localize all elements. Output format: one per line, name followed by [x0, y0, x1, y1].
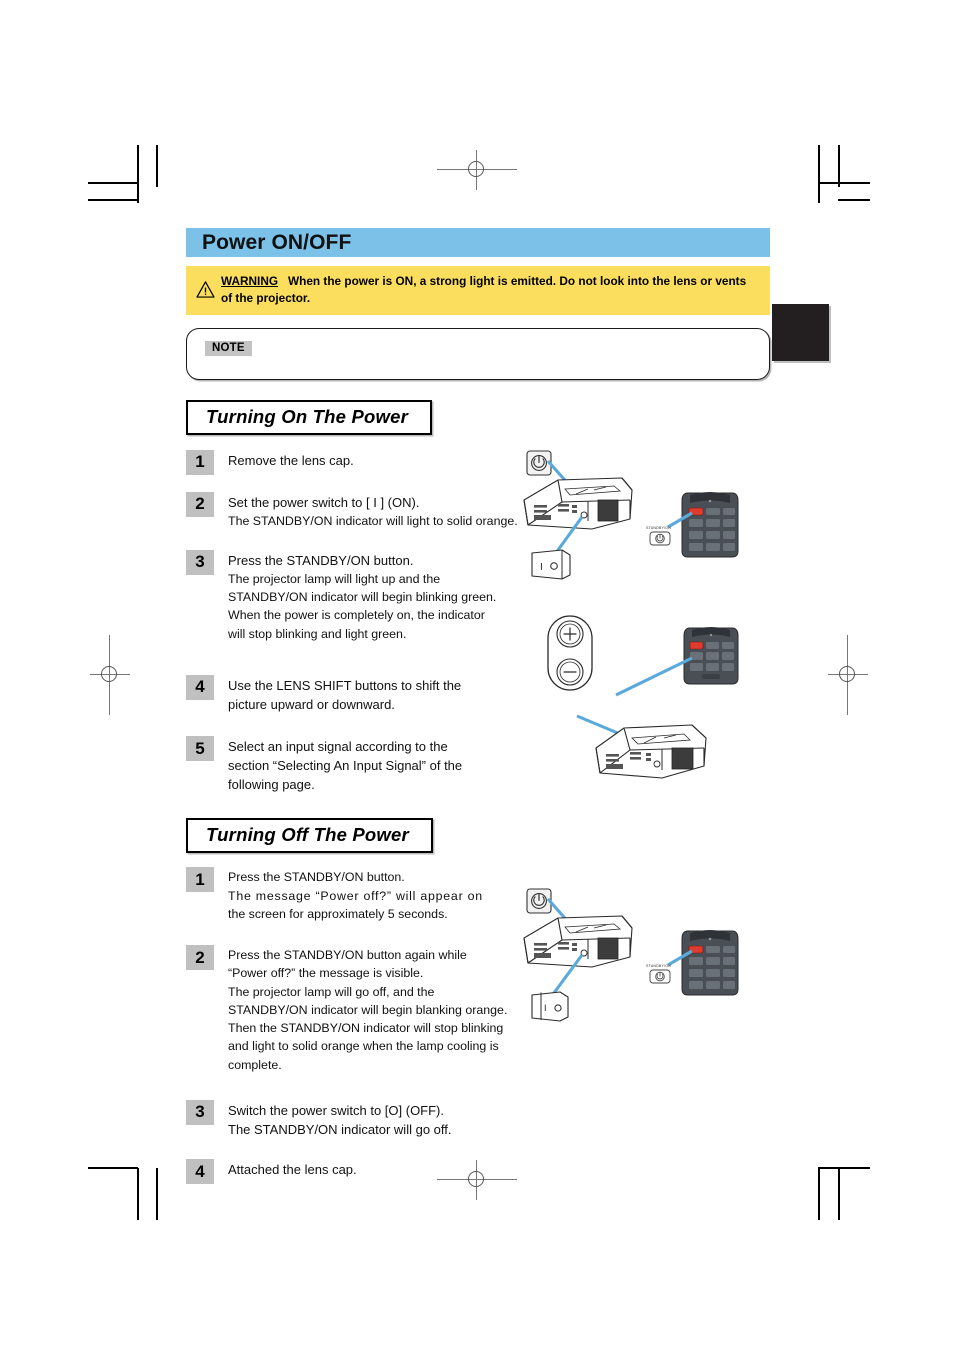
step-text: Press the STANDBY/ON button again while …	[228, 945, 507, 1074]
step-text: Use the LENS SHIFT buttons to shift the …	[228, 675, 461, 714]
crop-mark-bottom-right-horizontal	[818, 1167, 870, 1169]
step-line: The STANDBY/ON indicator will go off.	[228, 1121, 452, 1137]
step-line: Set the power switch to [ I ] (ON).	[228, 494, 420, 510]
step-text: Switch the power switch to [O] (OFF). Th…	[228, 1100, 452, 1139]
step-line: complete.	[228, 1057, 282, 1072]
step-line: Then the STANDBY/ON indicator will stop …	[228, 1021, 504, 1036]
step-text: Set the power switch to [ I ] (ON). The …	[228, 492, 518, 530]
step-line: The STANDBY/ON indicator will light to s…	[228, 513, 518, 528]
subsection-heading-turning-on: Turning On The Power	[186, 399, 433, 435]
crop-mark-bottom-left-horizontal	[88, 1167, 138, 1169]
step-number: 1	[186, 449, 214, 475]
step-text: Select an input signal according to the …	[228, 736, 462, 794]
crop-mark-top-right-vertical	[818, 145, 820, 203]
step-line: and light to solid orange when the lamp …	[228, 1039, 499, 1054]
step-line: section “Selecting An Input Signal” of t…	[228, 758, 463, 774]
step-line: Switch the power switch to [O] (OFF).	[228, 1102, 444, 1118]
page-index-tab	[772, 304, 829, 361]
step-number: 4	[186, 1159, 214, 1184]
crop-mark-top-left-vertical-2	[156, 145, 158, 187]
step-line: “Power off?” the message is visible.	[228, 966, 424, 981]
step-line: Remove the lens cap.	[228, 452, 354, 468]
step-number: 2	[186, 491, 214, 517]
page-title: Power ON/OFF	[202, 230, 352, 254]
step-line: When the power is completely on, the ind…	[228, 608, 485, 623]
step-number: 5	[186, 736, 214, 762]
crop-mark-top-right-horizontal-2	[838, 199, 870, 201]
crop-mark-top-left-vertical	[137, 145, 139, 203]
step-text: Attached the lens cap.	[228, 1159, 357, 1179]
step-line: Attached the lens cap.	[228, 1162, 357, 1177]
step-line: The projector lamp will light up and the	[228, 571, 441, 586]
step-item: 1 Press the STANDBY/ON button. The messa…	[186, 867, 770, 923]
warning-message: When the power is ON, a strong light is …	[221, 274, 747, 305]
crop-mark-bottom-left-vertical-2	[156, 1168, 158, 1220]
registration-mark-top	[437, 150, 517, 190]
registration-mark-right	[828, 635, 868, 715]
step-line: STANDBY/ON indicator will begin blanking…	[228, 1002, 508, 1017]
registration-mark-left	[90, 635, 130, 715]
section-title-bar: Power ON/OFF	[186, 228, 770, 257]
step-line: The projector lamp will go off, and the	[228, 984, 435, 999]
subsection-heading-turning-off: Turning Off The Power	[186, 818, 433, 854]
step-item: 2 Set the power switch to [ I ] (ON). Th…	[186, 491, 770, 530]
step-text: Remove the lens cap.	[228, 450, 354, 470]
warning-label: WARNING	[221, 274, 279, 288]
crop-mark-top-left-horizontal	[88, 182, 138, 184]
note-tag: NOTE	[205, 340, 252, 356]
crop-mark-bottom-right-vertical	[818, 1168, 820, 1220]
step-item: 4 Attached the lens cap.	[186, 1159, 770, 1184]
step-item: 3 Press the STANDBY/ON button. The proje…	[186, 549, 770, 643]
step-text: Press the STANDBY/ON button. The message…	[228, 867, 483, 923]
crop-mark-top-right-horizontal	[818, 182, 870, 184]
step-line: The message “Power off?” will appear on	[228, 888, 483, 903]
step-line: will stop blinking and light green.	[228, 626, 407, 641]
warning-text-block: WARNING When the power is ON, a strong li…	[217, 273, 760, 307]
step-line: picture upward or downward.	[228, 697, 395, 712]
steps-turning-on: 1 Remove the lens cap. 2 Set the power s…	[186, 449, 770, 795]
step-number: 2	[186, 945, 214, 971]
step-line: the screen for approximately 5 seconds.	[228, 906, 448, 921]
step-line: Select an input signal according to the	[228, 739, 448, 755]
steps-turning-off: 1 Press the STANDBY/ON button. The messa…	[186, 867, 770, 1184]
step-line: STANDBY/ON indicator will begin blinking…	[228, 590, 497, 605]
step-item: 2 Press the STANDBY/ON button again whil…	[186, 945, 770, 1074]
step-number: 3	[186, 549, 214, 575]
step-number: 1	[186, 867, 214, 893]
step-item: 4 Use the LENS SHIFT buttons to shift th…	[186, 674, 770, 714]
step-number: 3	[186, 1099, 214, 1125]
crop-mark-bottom-right-vertical-2	[838, 1168, 840, 1220]
subsection-heading-label: Turning On The Power	[206, 405, 409, 427]
step-line: Use the LENS SHIFT buttons to shift the	[228, 677, 462, 693]
step-item: 5 Select an input signal according to th…	[186, 736, 770, 794]
warning-triangle-icon	[196, 281, 215, 298]
step-item: 3 Switch the power switch to [O] (OFF). …	[186, 1099, 770, 1139]
subsection-heading-label: Turning Off The Power	[206, 824, 409, 846]
crop-mark-top-left-horizontal-2	[88, 199, 138, 201]
crop-mark-top-right-vertical-2	[838, 145, 840, 187]
step-line: Press the STANDBY/ON button.	[228, 870, 405, 885]
step-line: Press the STANDBY/ON button again while	[228, 948, 467, 963]
warning-box: WARNING When the power is ON, a strong li…	[186, 266, 770, 315]
page-content: Power ON/OFF WARNING When the power is ON…	[186, 228, 770, 1184]
step-line: Press the STANDBY/ON button.	[228, 552, 414, 568]
step-item: 1 Remove the lens cap.	[186, 449, 770, 475]
note-box: NOTE	[186, 327, 770, 380]
crop-mark-bottom-left-vertical	[137, 1168, 139, 1220]
step-number: 4	[186, 674, 214, 700]
step-text: Press the STANDBY/ON button. The project…	[228, 550, 496, 643]
step-line: following page.	[228, 777, 315, 793]
